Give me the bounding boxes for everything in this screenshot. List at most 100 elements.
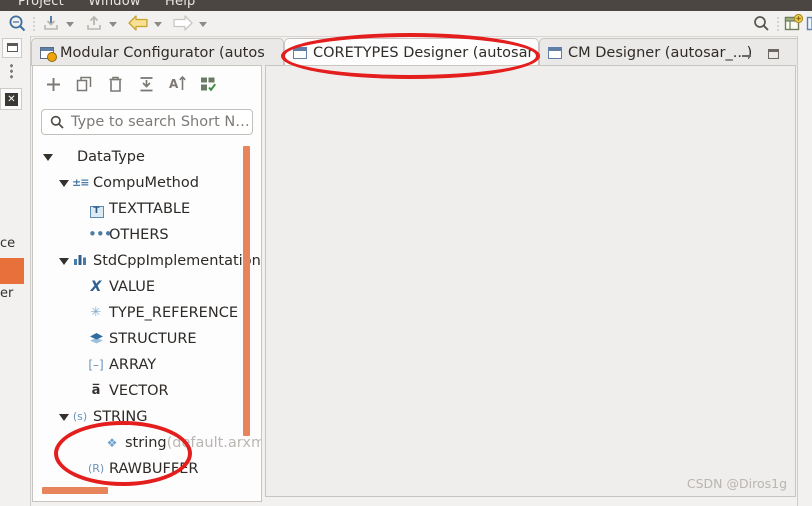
menu-item-project[interactable]: Project xyxy=(18,0,64,9)
menu-item-window[interactable]: Window xyxy=(88,0,140,9)
zoom-search-icon[interactable] xyxy=(8,14,27,33)
tree-item-vector[interactable]: a̅ VECTOR xyxy=(33,378,261,404)
tree-item-structure-label: STRUCTURE xyxy=(109,331,197,347)
string-default-file: (default.arxm xyxy=(166,435,261,451)
tree-item-others-label: OTHERS xyxy=(109,227,169,243)
instance-icon: ❖ xyxy=(106,436,118,450)
export-dropdown-caret[interactable] xyxy=(109,22,117,27)
rail-highlight xyxy=(0,258,24,284)
coretypes-designer-canvas[interactable]: CSDN @Diros1g xyxy=(265,65,796,497)
svg-text:A: A xyxy=(169,77,179,91)
tree-horizontal-scrollbar[interactable] xyxy=(42,487,108,494)
search-icon xyxy=(50,115,64,129)
menu-item-help[interactable]: Help xyxy=(165,0,195,9)
export-icon[interactable] xyxy=(85,14,103,32)
pie-icon xyxy=(56,149,72,165)
tree-item-type-reference-label: TYPE_REFERENCE xyxy=(109,305,238,321)
forward-dropdown-caret[interactable] xyxy=(199,22,207,27)
rawbuffer-icon: (R) xyxy=(88,462,105,475)
maximize-icon[interactable] xyxy=(768,49,779,59)
value-icon: X xyxy=(90,279,102,295)
tree-item-compumethod[interactable]: ±≡ CompuMethod xyxy=(33,170,261,196)
sort-button[interactable]: A xyxy=(169,75,187,93)
tree-item-others[interactable]: ••• OTHERS xyxy=(33,222,261,248)
new-perspective-icon[interactable] xyxy=(784,14,803,33)
import-dropdown-caret[interactable] xyxy=(66,22,74,27)
tree-item-value[interactable]: X VALUE xyxy=(33,274,261,300)
add-button[interactable] xyxy=(45,76,62,93)
compumethod-icon: ±≡ xyxy=(72,176,89,189)
tab-coretypes-designer-label: CORETYPES Designer (autosar xyxy=(313,44,534,61)
tab-cm-designer[interactable]: CM Designer (autosar_...) xyxy=(539,38,804,66)
left-rail-divider xyxy=(24,36,31,506)
texttable-icon: T xyxy=(88,201,104,218)
tree-item-texttable[interactable]: T TEXTTABLE xyxy=(33,196,261,222)
others-icon: ••• xyxy=(88,225,113,243)
datatype-tree[interactable]: DataType ±≡ CompuMethod T TEXTTABLE ••• xyxy=(33,144,261,501)
tree-item-type-reference[interactable]: ✳ TYPE_REFERENCE xyxy=(33,300,261,326)
string-default-name: string xyxy=(125,435,167,451)
search-placeholder: Type to search Short N… xyxy=(71,114,250,130)
main-toolbar xyxy=(0,11,812,37)
tree-item-array[interactable]: [–] ARRAY xyxy=(33,352,261,378)
editor-tab-bar: Modular Configurator (autos CORETYPES De… xyxy=(31,36,812,66)
expand-arrow-icon[interactable] xyxy=(59,179,69,187)
eclipse-workbench-window: Project Window Help ✕ ce er Modular Conf… xyxy=(0,0,812,506)
tree-vertical-scrollbar[interactable] xyxy=(243,146,250,436)
vector-icon: a̅ xyxy=(91,383,101,398)
drag-handle-icon[interactable] xyxy=(9,63,14,79)
panel-toolbar: A xyxy=(33,66,261,103)
tab-modular-configurator-label: Modular Configurator (autos xyxy=(60,44,265,61)
expand-arrow-icon[interactable] xyxy=(59,413,69,421)
tab-modular-configurator[interactable]: Modular Configurator (autos xyxy=(31,38,284,66)
tree-item-structure[interactable]: STRUCTURE xyxy=(33,326,261,352)
designer-icon xyxy=(548,46,562,59)
tree-item-string[interactable]: (s) STRING xyxy=(33,404,261,430)
expand-arrow-icon[interactable] xyxy=(43,153,53,161)
watermark: CSDN @Diros1g xyxy=(686,476,787,491)
expand-arrow-icon[interactable] xyxy=(59,257,69,265)
close-view-button[interactable]: ✕ xyxy=(0,88,22,110)
back-dropdown-caret[interactable] xyxy=(154,22,162,27)
restore-view-icon xyxy=(7,43,18,52)
tree-item-array-label: ARRAY xyxy=(109,357,157,373)
rail-fragment-bottom: er xyxy=(0,286,14,301)
restore-view-button[interactable] xyxy=(2,38,22,58)
back-arrow-icon[interactable] xyxy=(128,15,148,31)
tree-item-string-default-label: string(default.arxm xyxy=(125,435,261,451)
tree-item-string-default[interactable]: ❖ string(default.arxm xyxy=(33,430,261,456)
tree-item-compumethod-label: CompuMethod xyxy=(93,175,199,191)
tree-item-rawbuffer-label: RAWBUFFER xyxy=(109,461,199,477)
rail-fragment-top: ce xyxy=(0,236,16,251)
configurator-icon xyxy=(40,46,57,62)
search-input[interactable]: Type to search Short N… xyxy=(41,109,253,135)
menu-bar-items: Project Window Help xyxy=(18,0,215,9)
duplicate-button[interactable] xyxy=(76,76,93,93)
perspective-icon[interactable] xyxy=(806,14,812,33)
tab-coretypes-designer[interactable]: CORETYPES Designer (autosar ⌧ xyxy=(284,38,558,66)
minimize-icon[interactable] xyxy=(742,49,751,57)
array-icon: [–] xyxy=(88,358,104,372)
left-rail: ✕ ce er xyxy=(0,36,25,506)
filter-button[interactable] xyxy=(200,76,217,93)
collapse-all-button[interactable] xyxy=(138,76,155,93)
search-icon[interactable] xyxy=(753,15,770,32)
forward-arrow-icon[interactable] xyxy=(173,15,193,31)
import-icon[interactable] xyxy=(42,14,60,32)
tree-item-rawbuffer[interactable]: (R) RAWBUFFER xyxy=(33,456,261,482)
tree-item-stdcppimplementation[interactable]: StdCppImplementation xyxy=(33,248,261,274)
tree-item-datatype[interactable]: DataType xyxy=(33,144,261,170)
tree-item-datatype-label: DataType xyxy=(77,149,145,165)
tree-item-stdcppimplementation-label: StdCppImplementation xyxy=(93,253,261,269)
delete-button[interactable] xyxy=(107,76,124,93)
bars-icon xyxy=(72,253,88,269)
toolbar-separator-1 xyxy=(33,16,35,31)
close-icon: ✕ xyxy=(5,93,18,106)
type-reference-icon: ✳ xyxy=(90,305,102,320)
